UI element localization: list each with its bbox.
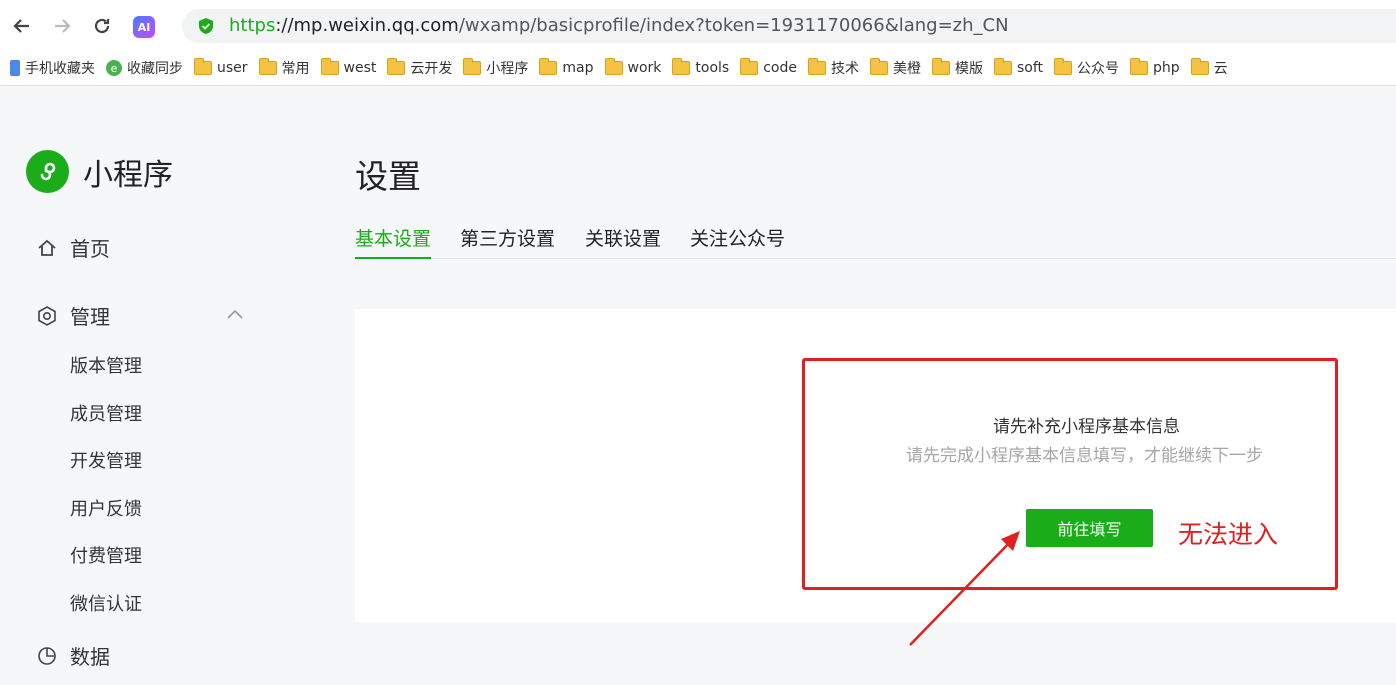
bookmark-item[interactable]: code bbox=[740, 58, 797, 76]
bookmark-item[interactable]: map bbox=[539, 58, 594, 76]
chevron-up-icon[interactable] bbox=[226, 308, 244, 320]
sidebar-item-label: 管理 bbox=[70, 305, 110, 329]
tab-bar: 基本设置 第三方设置 关联设置 关注公众号 bbox=[355, 224, 1396, 259]
folder-icon bbox=[320, 58, 339, 75]
bookmark-item[interactable]: 云开发 bbox=[387, 58, 452, 78]
bookmark-item[interactable]: 云 bbox=[1190, 58, 1228, 78]
bookmark-item[interactable]: west bbox=[320, 58, 377, 76]
folder-icon bbox=[194, 58, 212, 75]
bookmark-label: map bbox=[562, 60, 594, 76]
bookmarks-bar: 手机收藏夹 e 收藏同步 user 常用 west 云开发 小程序 map work tools co… bbox=[0, 54, 1396, 82]
folder-icon bbox=[807, 58, 826, 75]
bookmark-label: user bbox=[217, 60, 248, 76]
folder-icon bbox=[258, 58, 277, 75]
bookmark-label: 小程序 bbox=[486, 61, 529, 77]
bookmark-item[interactable]: 常用 bbox=[258, 58, 310, 78]
bookmark-label: code bbox=[763, 60, 797, 76]
folder-icon bbox=[1130, 58, 1149, 75]
app-name: 小程序 bbox=[83, 158, 173, 193]
bookmark-label: 公众号 bbox=[1077, 61, 1120, 77]
bookmark-label: west bbox=[343, 60, 377, 76]
folder-icon bbox=[1054, 58, 1073, 75]
bookmark-item[interactable]: soft bbox=[993, 58, 1044, 76]
bookmark-label: 收藏同步 bbox=[127, 61, 183, 77]
bookmark-label: 模版 bbox=[954, 61, 983, 77]
folder-icon bbox=[740, 58, 759, 75]
sidebar-item-label: 首页 bbox=[70, 237, 110, 261]
bookmark-item[interactable]: 美橙 bbox=[869, 58, 921, 78]
home-icon bbox=[36, 237, 58, 259]
folder-icon bbox=[604, 58, 623, 75]
address-bar[interactable]: https://mp.weixin.qq.com/wxamp/basicprof… bbox=[182, 9, 1396, 43]
back-arrow-icon[interactable] bbox=[8, 12, 36, 40]
bookmark-label: 常用 bbox=[281, 61, 310, 77]
sidebar-subitem-payment[interactable]: 付费管理 bbox=[70, 542, 142, 568]
bookmark-label: soft bbox=[1016, 60, 1044, 76]
url-text: https://mp.weixin.qq.com/wxamp/basicprof… bbox=[229, 15, 1009, 36]
folder-icon bbox=[869, 58, 888, 75]
manage-settings-icon bbox=[36, 305, 58, 327]
reload-icon[interactable] bbox=[88, 12, 116, 40]
tab-basic-settings[interactable]: 基本设置 bbox=[355, 224, 432, 259]
sidebar-item-manage[interactable]: 管理 bbox=[36, 301, 110, 330]
sidebar: 小程序 bbox=[0, 86, 300, 685]
folder-icon bbox=[993, 58, 1012, 75]
bookmark-item[interactable]: 模版 bbox=[931, 58, 983, 78]
bookmark-label: work bbox=[627, 60, 662, 76]
browser-toolbar: AI https://mp.weixin.qq.com/wxamp/basicp… bbox=[0, 0, 1396, 86]
bookmark-label: tools bbox=[695, 60, 730, 76]
sidebar-subitem-dev[interactable]: 开发管理 bbox=[70, 447, 142, 473]
bookmark-item[interactable]: work bbox=[604, 58, 662, 76]
sidebar-subitem-verify[interactable]: 微信认证 bbox=[70, 590, 142, 616]
bookmark-item[interactable]: 手机收藏夹 bbox=[10, 58, 95, 78]
sidebar-item-home[interactable]: 首页 bbox=[36, 233, 110, 262]
folder-icon bbox=[387, 58, 406, 75]
folder-icon bbox=[1190, 58, 1209, 75]
sidebar-item-label: 数据 bbox=[70, 645, 110, 669]
bookmark-label: 技术 bbox=[830, 61, 859, 77]
sync-icon: e bbox=[106, 60, 122, 76]
folder-icon bbox=[539, 58, 558, 75]
folder-icon bbox=[463, 58, 482, 75]
sidebar-subitem-version[interactable]: 版本管理 bbox=[70, 352, 142, 378]
forward-arrow-icon[interactable] bbox=[48, 12, 76, 40]
pie-chart-icon bbox=[36, 645, 58, 667]
annotation-text: 无法进入 bbox=[1178, 520, 1279, 549]
folder-icon bbox=[931, 58, 950, 75]
bookmark-label: 云 bbox=[1213, 61, 1228, 77]
annotation-arrow-icon bbox=[909, 531, 1020, 646]
bookmark-label: 手机收藏夹 bbox=[25, 61, 95, 77]
bookmark-item[interactable]: php bbox=[1130, 58, 1180, 76]
sidebar-subitem-feedback[interactable]: 用户反馈 bbox=[70, 495, 142, 521]
bookmark-item[interactable]: 公众号 bbox=[1054, 58, 1119, 78]
secure-shield-icon bbox=[199, 18, 213, 34]
bookmark-label: php bbox=[1153, 60, 1180, 76]
tab-related-settings[interactable]: 关联设置 bbox=[585, 224, 661, 259]
folder-icon bbox=[672, 58, 691, 75]
phone-icon bbox=[10, 60, 20, 76]
bookmark-item[interactable]: 小程序 bbox=[463, 58, 528, 78]
bookmark-label: 云开发 bbox=[410, 61, 453, 77]
ai-extension-icon[interactable]: AI bbox=[133, 16, 155, 38]
bookmark-item[interactable]: user bbox=[194, 58, 248, 76]
tab-third-party-settings[interactable]: 第三方设置 bbox=[460, 224, 555, 259]
miniprogram-logo-icon bbox=[26, 150, 69, 193]
bookmark-item[interactable]: tools bbox=[672, 58, 730, 76]
bookmark-label: 美橙 bbox=[892, 61, 921, 77]
tab-follow-official-account[interactable]: 关注公众号 bbox=[690, 224, 785, 259]
sidebar-item-data[interactable]: 数据 bbox=[36, 641, 110, 670]
page-title: 设置 bbox=[355, 157, 421, 196]
bookmark-item[interactable]: 技术 bbox=[807, 58, 859, 78]
bookmark-item[interactable]: e 收藏同步 bbox=[106, 58, 183, 78]
annotation-highlight-box bbox=[802, 358, 1338, 590]
